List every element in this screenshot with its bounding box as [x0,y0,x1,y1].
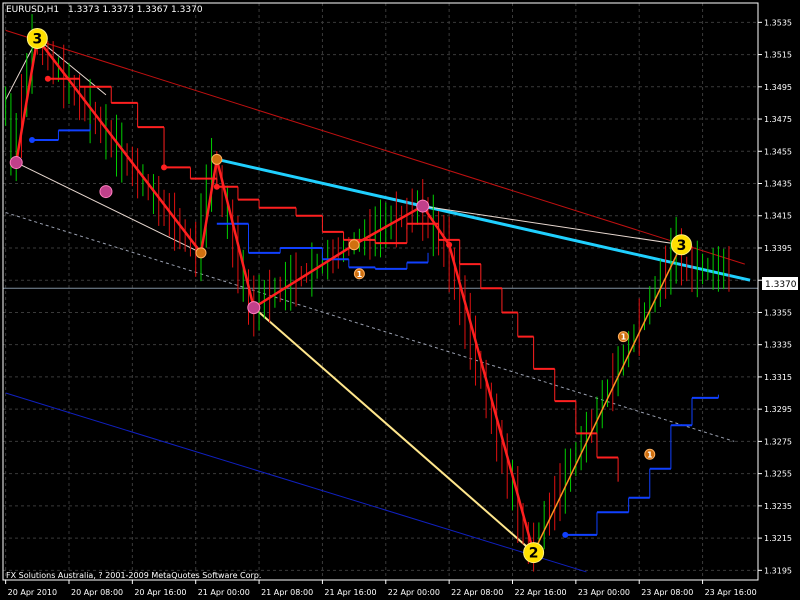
marker-orange [348,239,360,251]
candles [5,14,730,572]
y-tick-label: 1.3495 [764,83,792,92]
marker-label: 3 [32,31,42,47]
y-tick-label: 1.3215 [764,534,792,543]
symbol-label: EURUSD,H1 [6,5,59,15]
marker-orange [195,247,207,259]
y-tick-label: 1.3335 [764,341,792,350]
y-tick-label: 1.3515 [764,51,792,60]
y-tick-label: 1.3535 [764,18,792,27]
y-tick-label: 1.3395 [764,244,792,253]
x-tick-label: 22 Apr 08:00 [451,588,503,597]
x-tick-label: 21 Apr 16:00 [324,588,376,597]
red-stop-dot [44,75,51,82]
blue-stop-dot [29,136,36,143]
current-price-label: 1.3370 [765,280,797,290]
y-tick-label: 1.3355 [764,308,792,317]
marker-pink [9,156,23,170]
marker-pink [99,185,113,199]
zigzag-segment [36,37,202,254]
marker-label: 1 [647,450,653,459]
x-tick-label: 23 Apr 00:00 [578,588,630,597]
y-tick-label: 1.3415 [764,212,792,221]
x-tick-label: 22 Apr 00:00 [388,588,440,597]
y-tick-label: 1.3235 [764,502,792,511]
zigzag-segment [199,159,219,254]
x-tick-label: 20 Apr 2010 [8,588,57,597]
trendline-white-thin [15,162,202,254]
y-tick-label: 1.3195 [764,566,792,575]
trendlines [3,29,758,573]
y-tick-label: 1.3435 [764,180,792,189]
x-tick-label: 21 Apr 00:00 [198,588,250,597]
x-tick-label: 20 Apr 08:00 [71,588,123,597]
y-tick-label: 1.3255 [764,470,792,479]
chart-window[interactable]: 312113 1.3535 1.3515 1.3495 1.3475 1.3455 1.3… [0,0,800,600]
x-tick-label: 20 Apr 16:00 [134,588,186,597]
marker-pink [247,301,261,315]
grid [3,3,758,580]
trendline-blue [5,392,587,573]
axes: 1.3535 1.3515 1.3495 1.3475 1.3455 1.3435 1.34… [2,2,792,597]
marker-label: 1 [357,270,363,279]
red-stop-dot [213,183,220,190]
marker-orange [211,153,223,165]
marker-pink [416,199,430,213]
y-tick-label: 1.3475 [764,115,792,124]
marker-label: 3 [677,238,687,254]
plot-frame [2,2,759,581]
marker-label: 2 [529,546,539,562]
y-tick-label: 1.3315 [764,373,792,382]
x-tick-label: 22 Apr 16:00 [514,588,566,597]
y-tick-label: 1.3275 [764,437,792,446]
x-tick-label: 23 Apr 16:00 [705,588,757,597]
stop-lines [29,75,719,538]
ohlc-label: 1.3373 1.3373 1.3367 1.3370 [68,5,203,15]
y-tick-label: 1.3455 [764,147,792,156]
zigzag-segment [532,244,683,553]
markers: 3 1 2 1 1 3 [9,27,692,564]
blue-stop-dot [562,531,569,538]
price-chart[interactable]: 312113 1.35351.35151.34951.34751.34551.3… [0,0,800,600]
trendline-cyan [216,157,751,282]
zigzag [14,37,683,553]
x-tick-label: 23 Apr 08:00 [641,588,693,597]
zigzag-segment [253,243,355,309]
x-tick-label: 21 Apr 08:00 [261,588,313,597]
red-stop-dot [161,164,168,171]
marker-label: 1 [621,333,627,342]
zigzag-segment [447,244,535,553]
copyright-label: FX Solutions Australia, ? 2001-2009 Meta… [6,571,261,580]
trendline-white-thin [422,205,682,246]
y-tick-label: 1.3295 [764,405,792,414]
